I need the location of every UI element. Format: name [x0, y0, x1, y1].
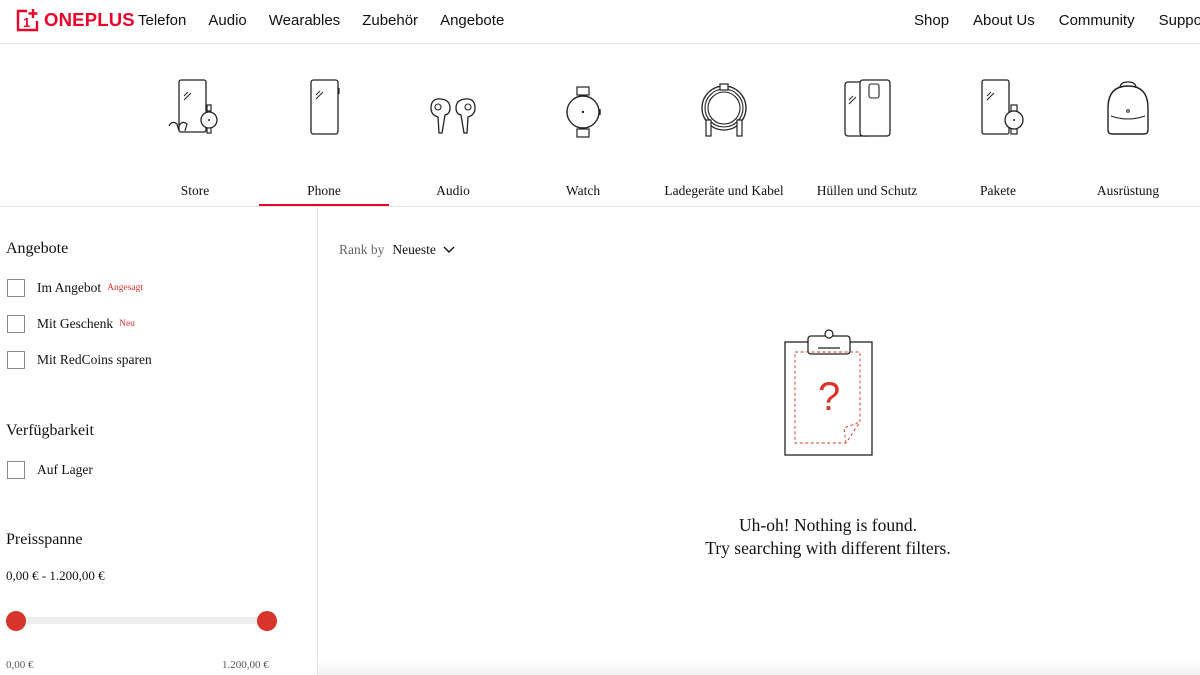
price-slider-track[interactable] [16, 617, 267, 624]
category-label: Store [180, 183, 210, 198]
price-range-text: 0,00 € - 1.200,00 € [6, 568, 105, 583]
category-label: Phone [307, 183, 341, 198]
category-label: Audio [436, 183, 470, 198]
check-label: Im Angebot [37, 280, 102, 295]
category-label: Ausrüstung [1096, 183, 1160, 198]
empty-line-2: Try searching with different filters. [705, 538, 951, 558]
bottom-fade [318, 660, 1200, 675]
earbuds-icon [430, 98, 476, 134]
watch-icon [566, 86, 601, 138]
filter-redcoins[interactable]: Mit RedCoins sparen [7, 351, 152, 369]
category-cases[interactable]: Hüllen und Schutz [806, 74, 928, 207]
filter-sidebar: Angebote Im Angebot Angesagt Mit Geschen… [0, 207, 318, 675]
tag-badge: Neu [119, 319, 135, 329]
category-watch[interactable]: Watch [538, 74, 628, 207]
price-min-label: 0,00 € [6, 659, 34, 671]
category-bundles[interactable]: Pakete [953, 74, 1043, 207]
phone-icon [310, 79, 340, 135]
filter-title-availability: Verfügbarkeit [6, 422, 94, 439]
tag-badge: Angesagt [107, 283, 144, 293]
filter-title-offers: Angebote [6, 240, 69, 257]
category-label: Pakete [980, 183, 1016, 198]
category-store[interactable]: Store [150, 74, 240, 207]
price-slider-max-thumb[interactable] [257, 611, 277, 631]
category-gear[interactable]: Ausrüstung [1083, 74, 1173, 207]
category-strip: Store Phone Audio Watch Ladegeräte und K… [0, 44, 1200, 207]
nav-angebote[interactable]: Angebote [440, 12, 504, 29]
category-label: Watch [565, 183, 601, 198]
filter-im-angebot[interactable]: Im Angebot Angesagt [7, 279, 143, 297]
category-cables[interactable]: Ladegeräte und Kabel [652, 74, 796, 207]
nav-audio[interactable]: Audio [208, 12, 246, 29]
empty-clipboard-icon: ? [784, 329, 873, 456]
filter-mit-geschenk[interactable]: Mit Geschenk Neu [7, 315, 135, 333]
empty-line-1: Uh-oh! Nothing is found. [739, 515, 917, 535]
nav-wearables[interactable]: Wearables [269, 12, 340, 29]
active-category-underline [259, 204, 389, 206]
oneplus-logo[interactable]: 1 ONEPLUS [16, 7, 135, 33]
sort-label: Rank by [339, 242, 385, 257]
price-max-label: 1.200,00 € [222, 659, 269, 671]
svg-text:1: 1 [23, 15, 30, 30]
top-navigation: 1 ONEPLUS Telefon Audio Wearables Zubehö… [0, 0, 1200, 44]
nav-about-us[interactable]: About Us [973, 12, 1035, 29]
bundle-icon [981, 79, 1024, 135]
filter-auf-lager[interactable]: Auf Lager [7, 461, 93, 479]
checkbox[interactable] [7, 461, 25, 479]
check-label: Mit Geschenk [37, 316, 114, 331]
question-mark: ? [818, 375, 840, 419]
oneplus-logo-text: ONEPLUS [44, 9, 135, 30]
category-label: Ladegeräte und Kabel [664, 183, 784, 198]
sort-value: Neueste [392, 242, 436, 257]
oneplus-logo-mark: 1 [16, 8, 40, 32]
category-audio[interactable]: Audio [408, 74, 498, 207]
nav-zubehoer[interactable]: Zubehör [362, 12, 418, 29]
nav-telefon[interactable]: Telefon [138, 12, 186, 29]
category-label: Hüllen und Schutz [816, 183, 918, 198]
empty-state-message: Uh-oh! Nothing is found. Try searching w… [628, 514, 1028, 560]
store-icon [168, 79, 218, 134]
category-phone[interactable]: Phone [279, 74, 369, 207]
cable-icon [701, 83, 747, 137]
checkbox[interactable] [7, 351, 25, 369]
checkbox[interactable] [7, 279, 25, 297]
primary-nav: Telefon Audio Wearables Zubehör Angebote [138, 0, 526, 40]
check-label: Mit RedCoins sparen [37, 352, 152, 367]
checkbox[interactable] [7, 315, 25, 333]
filter-title-price: Preisspanne [6, 531, 83, 548]
sort-control: Rank by Neueste [339, 242, 455, 258]
case-icon [844, 79, 891, 137]
nav-support[interactable]: Support [1159, 12, 1200, 29]
price-slider-min-thumb[interactable] [6, 611, 26, 631]
sort-dropdown[interactable]: Neueste [392, 242, 455, 258]
chevron-down-icon [443, 246, 455, 253]
check-label: Auf Lager [37, 462, 93, 477]
backpack-icon [1107, 81, 1149, 135]
nav-shop[interactable]: Shop [914, 12, 949, 29]
secondary-nav: Shop About Us Community Support [914, 0, 1200, 40]
nav-community[interactable]: Community [1059, 12, 1135, 29]
